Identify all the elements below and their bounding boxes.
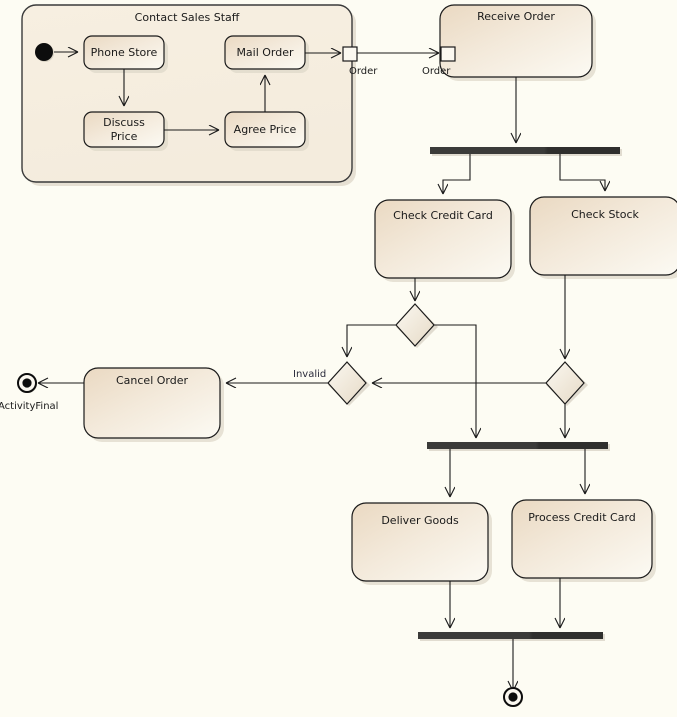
activity-label: Check Credit Card xyxy=(393,209,493,222)
activity-diagram: Contact Sales Staff Phone Store Discuss … xyxy=(0,0,677,717)
join-bar-3[interactable] xyxy=(418,632,605,641)
activity-check-credit-card[interactable]: Check Credit Card xyxy=(374,199,515,282)
final-inner-dot xyxy=(22,378,32,388)
initial-node-dot xyxy=(35,43,53,61)
activity-discuss-price[interactable]: Discuss Price xyxy=(83,111,168,151)
activity-receive-order[interactable]: Receive Order xyxy=(439,4,596,81)
activity-deliver-goods[interactable]: Deliver Goods xyxy=(351,502,492,585)
bar-body xyxy=(430,147,620,154)
activity-check-stock[interactable]: Check Stock xyxy=(529,196,677,279)
activity-label: Receive Order xyxy=(477,10,555,23)
activity-process-credit-card[interactable]: Process Credit Card xyxy=(511,499,656,582)
diagram-canvas: Contact Sales Staff Phone Store Discuss … xyxy=(0,0,677,717)
partition-frame xyxy=(21,4,353,183)
activity-final-label: ActivityFinal xyxy=(0,401,58,412)
fork-bar-1[interactable] xyxy=(430,147,622,156)
activity-label: Mail Order xyxy=(236,46,294,59)
activity-label-line-1: Discuss xyxy=(103,116,145,129)
final-inner-dot xyxy=(508,692,518,702)
guard-label-invalid: Invalid xyxy=(293,369,326,380)
activity-label: Cancel Order xyxy=(116,374,188,387)
activity-mail-order[interactable]: Mail Order xyxy=(224,35,309,73)
activity-final-end[interactable] xyxy=(503,687,523,707)
activity-phone-store[interactable]: Phone Store xyxy=(83,35,168,73)
pin-box xyxy=(342,46,358,62)
join-fork-bar-2[interactable] xyxy=(427,442,610,451)
activity-label: Agree Price xyxy=(234,123,297,136)
activity-label: Phone Store xyxy=(91,46,158,59)
activity-label: Check Stock xyxy=(571,208,639,221)
activity-label: Process Credit Card xyxy=(528,511,636,524)
activity-agree-price[interactable]: Agree Price xyxy=(224,111,309,151)
activity-label-line-2: Price xyxy=(111,130,138,143)
partition-title: Contact Sales Staff xyxy=(135,11,240,24)
pin-label: Order xyxy=(422,66,451,77)
activity-label: Deliver Goods xyxy=(381,514,459,527)
bar-body xyxy=(427,442,608,449)
pin-box xyxy=(440,46,456,62)
activity-cancel-order[interactable]: Cancel Order xyxy=(83,367,224,442)
bar-body xyxy=(418,632,603,639)
partition-contact-sales-staff[interactable]: Contact Sales Staff xyxy=(21,4,356,186)
pin-label: Order xyxy=(349,66,378,77)
